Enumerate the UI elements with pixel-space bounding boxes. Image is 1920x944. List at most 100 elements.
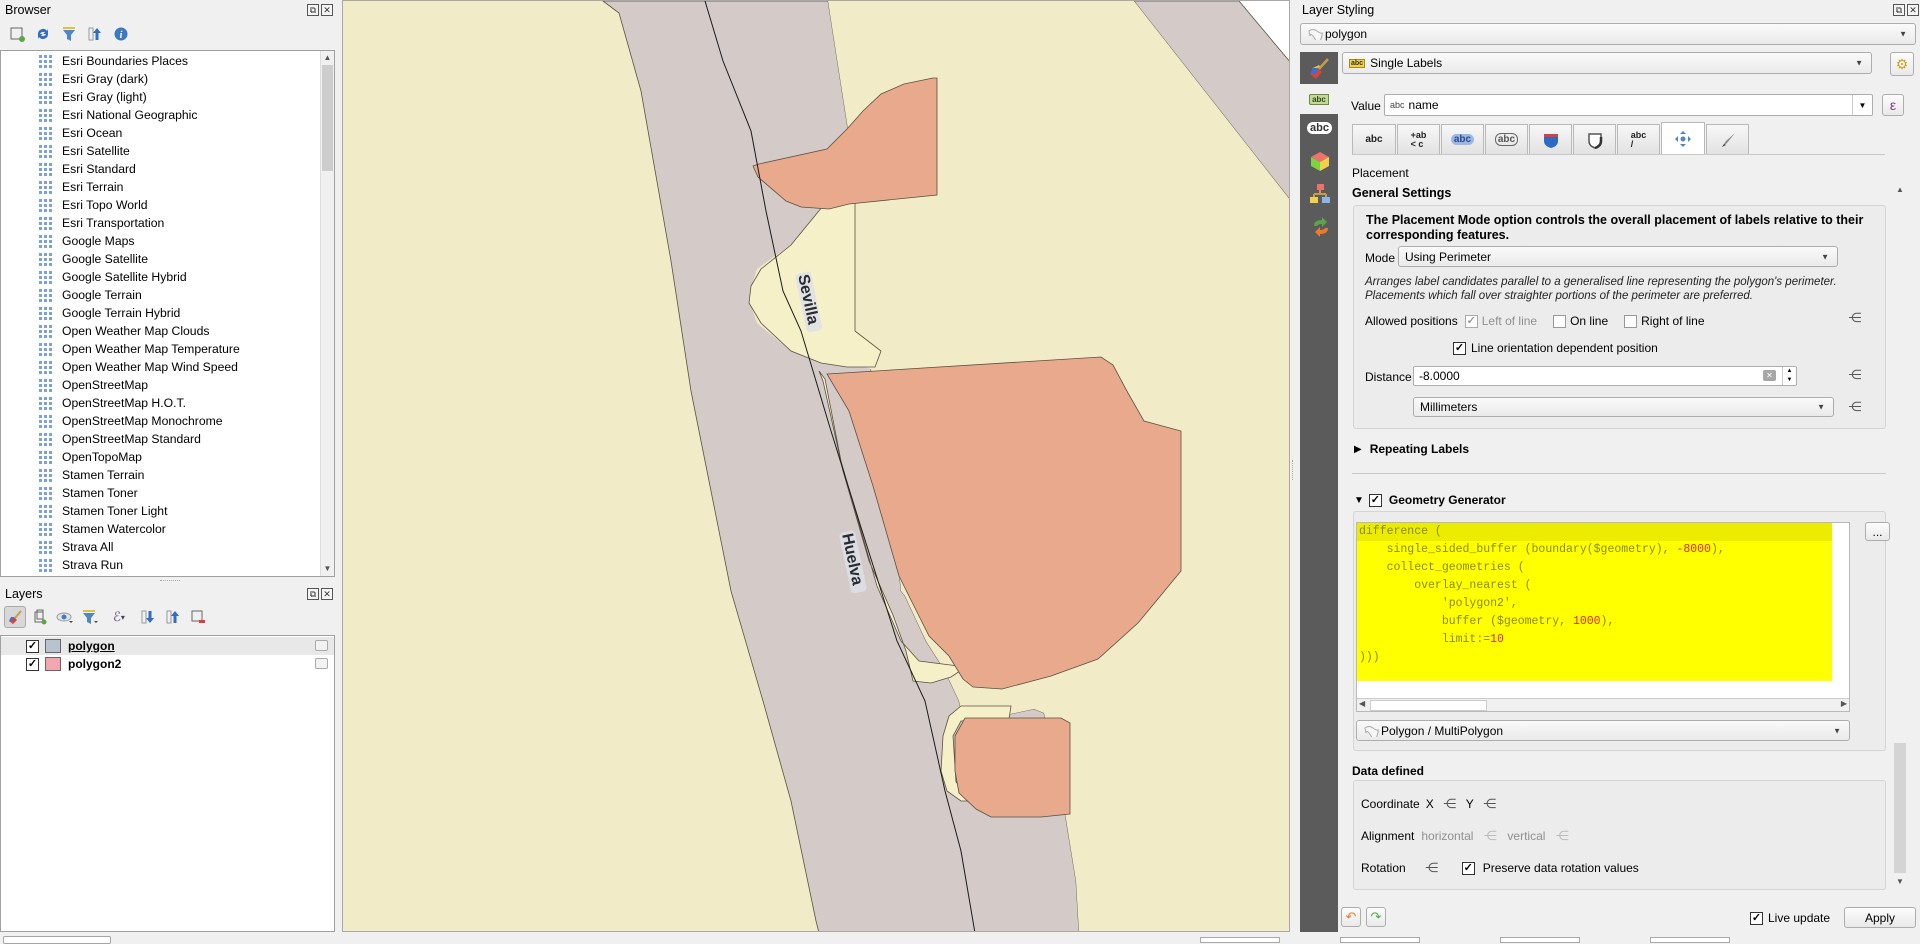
browser-item[interactable]: Open Weather Map Temperature	[1, 340, 334, 358]
side-tab-diagrams[interactable]	[1309, 183, 1331, 208]
side-tab-3d[interactable]	[1309, 150, 1331, 175]
layer-item[interactable]: ✓ polygon2	[1, 655, 334, 673]
close-icon[interactable]: ✕	[321, 588, 333, 600]
layer-visibility-checkbox[interactable]: ✓	[26, 657, 39, 671]
scroll-left-arrow[interactable]: ◀	[1359, 699, 1365, 708]
scroll-down-arrow[interactable]: ▼	[1893, 875, 1907, 889]
browser-item[interactable]: OpenStreetMap H.O.T.	[1, 394, 334, 412]
right-of-line-checkbox[interactable]	[1624, 314, 1638, 328]
map-canvas[interactable]: Sevilla Huelva	[342, 0, 1290, 932]
side-tab-labels[interactable]: abc	[1300, 84, 1338, 114]
status-scale-field[interactable]	[1200, 937, 1280, 943]
panel-splitter[interactable]	[160, 580, 180, 582]
distance-spinbox[interactable]: -8.0000 ✕ ▲ ▼	[1413, 366, 1797, 386]
undo-button[interactable]: ↶	[1341, 907, 1361, 927]
close-icon[interactable]: ✕	[1907, 4, 1919, 16]
status-magnifier-field[interactable]	[1340, 937, 1420, 943]
filter-icon[interactable]	[58, 23, 80, 45]
browser-item[interactable]: Esri Gray (light)	[1, 88, 334, 106]
float-icon[interactable]: ⧉	[307, 4, 319, 16]
browser-item[interactable]: Google Maps	[1, 232, 334, 250]
style-manager-icon[interactable]	[4, 606, 26, 628]
tab-formatting[interactable]: +ab < c	[1397, 124, 1440, 154]
mode-combo[interactable]: Using Perimeter ▼	[1398, 246, 1838, 267]
browser-item[interactable]: OpenTopoMap	[1, 448, 334, 466]
tab-shadow[interactable]	[1573, 124, 1616, 154]
expression-builder-button[interactable]: ...	[1865, 522, 1890, 541]
geometry-generator-checkbox[interactable]: ✓	[1368, 493, 1382, 507]
layer-indicator-icon[interactable]	[315, 658, 328, 669]
tab-rendering[interactable]	[1706, 124, 1749, 154]
data-defined-override-icon[interactable]: ⋲	[1845, 310, 1865, 326]
browser-item[interactable]: Esri Transportation	[1, 214, 334, 232]
side-tab-history[interactable]	[1310, 216, 1332, 241]
status-locator-input[interactable]	[3, 936, 111, 944]
browser-item[interactable]: Esri National Geographic	[1, 106, 334, 124]
tab-buffer[interactable]: abc	[1441, 124, 1484, 154]
tab-mask[interactable]: abc	[1485, 124, 1528, 154]
rule-settings-button[interactable]: ⚙	[1890, 52, 1914, 76]
spin-arrows[interactable]: ▲ ▼	[1782, 367, 1796, 385]
scrollbar-thumb[interactable]	[322, 65, 333, 171]
browser-item[interactable]: Google Satellite Hybrid	[1, 268, 334, 286]
browser-tree[interactable]: Esri Boundaries Places Esri Gray (dark) Es…	[0, 50, 335, 577]
data-defined-override-icon[interactable]: ⋲	[1845, 367, 1865, 383]
info-icon[interactable]: i	[110, 23, 132, 45]
close-icon[interactable]: ✕	[321, 4, 333, 16]
data-defined-x-icon[interactable]: ⋲	[1440, 796, 1460, 812]
layer-combo[interactable]: polygon ▼	[1300, 23, 1916, 45]
browser-item[interactable]: Stamen Watercolor	[1, 520, 334, 538]
placement-scrollbar[interactable]: ▲ ▼	[1893, 183, 1907, 889]
browser-item[interactable]: Esri Terrain	[1, 178, 334, 196]
tab-placement[interactable]	[1661, 122, 1705, 154]
browser-item[interactable]: Google Terrain	[1, 286, 334, 304]
layer-item[interactable]: ✓ polygon	[1, 637, 334, 655]
data-defined-rotation-icon[interactable]: ⋲	[1422, 860, 1442, 876]
browser-item[interactable]: Google Satellite	[1, 250, 334, 268]
float-icon[interactable]: ⧉	[307, 588, 319, 600]
browser-item[interactable]: Esri Gray (dark)	[1, 70, 334, 88]
scroll-up-arrow[interactable]: ▲	[1893, 183, 1907, 197]
browser-item[interactable]: Esri Satellite	[1, 142, 334, 160]
browser-item[interactable]: OpenStreetMap Monochrome	[1, 412, 334, 430]
scrollbar-thumb[interactable]	[1370, 700, 1487, 711]
browser-item[interactable]: OpenStreetMap Standard	[1, 430, 334, 448]
layer-indicator-icon[interactable]	[315, 640, 328, 651]
geometry-type-combo[interactable]: Polygon / MultiPolygon ▼	[1356, 720, 1850, 741]
scrollbar-thumb[interactable]	[1894, 743, 1906, 873]
left-of-line-checkbox[interactable]: ✓	[1464, 314, 1478, 328]
geometry-expression-editor[interactable]: difference ( single_sided_buffer (bounda…	[1356, 522, 1850, 712]
data-defined-horizontal-icon[interactable]: ⋲	[1480, 828, 1500, 844]
scroll-up-arrow[interactable]: ▲	[321, 51, 334, 65]
layer-symbol-swatch[interactable]	[45, 657, 61, 671]
tab-text[interactable]: abc	[1352, 124, 1396, 154]
tab-background[interactable]	[1529, 124, 1572, 154]
browser-item[interactable]: Stamen Toner Light	[1, 502, 334, 520]
browser-item[interactable]: Stamen Toner	[1, 484, 334, 502]
scroll-down-arrow[interactable]: ▼	[321, 562, 334, 576]
live-update-checkbox[interactable]: ✓	[1750, 911, 1763, 925]
browser-item[interactable]: Google Terrain Hybrid	[1, 304, 334, 322]
layer-visibility-checkbox[interactable]: ✓	[26, 639, 39, 653]
filter-expression-icon[interactable]: ℰ ▾	[104, 606, 134, 628]
collapse-all-icon[interactable]	[162, 606, 184, 628]
data-defined-override-icon[interactable]: ⋲	[1845, 399, 1865, 415]
browser-item[interactable]: Strava Run	[1, 556, 334, 574]
apply-button[interactable]: Apply	[1844, 907, 1916, 928]
filter-legend-icon[interactable]	[79, 606, 101, 628]
browser-item[interactable]: Esri Standard	[1, 160, 334, 178]
clear-icon[interactable]: ✕	[1763, 370, 1776, 381]
browser-item[interactable]: Open Weather Map Clouds	[1, 322, 334, 340]
data-defined-y-icon[interactable]: ⋲	[1480, 796, 1500, 812]
browser-item[interactable]: Esri Boundaries Places	[1, 52, 334, 70]
expression-button[interactable]: ε	[1882, 94, 1904, 116]
side-tab-symbology[interactable]	[1300, 52, 1338, 84]
browser-scrollbar[interactable]: ▲ ▼	[320, 51, 334, 576]
tab-callouts[interactable]: abc /	[1617, 124, 1660, 154]
renderer-combo[interactable]: abc Single Labels ▼	[1342, 52, 1872, 74]
browser-item[interactable]: Esri Ocean	[1, 124, 334, 142]
distance-units-combo[interactable]: Millimeters ▼	[1413, 397, 1834, 417]
dock-splitter[interactable]	[1292, 460, 1295, 480]
browser-item[interactable]: Open Weather Map Wind Speed	[1, 358, 334, 376]
float-icon[interactable]: ⧉	[1893, 4, 1905, 16]
